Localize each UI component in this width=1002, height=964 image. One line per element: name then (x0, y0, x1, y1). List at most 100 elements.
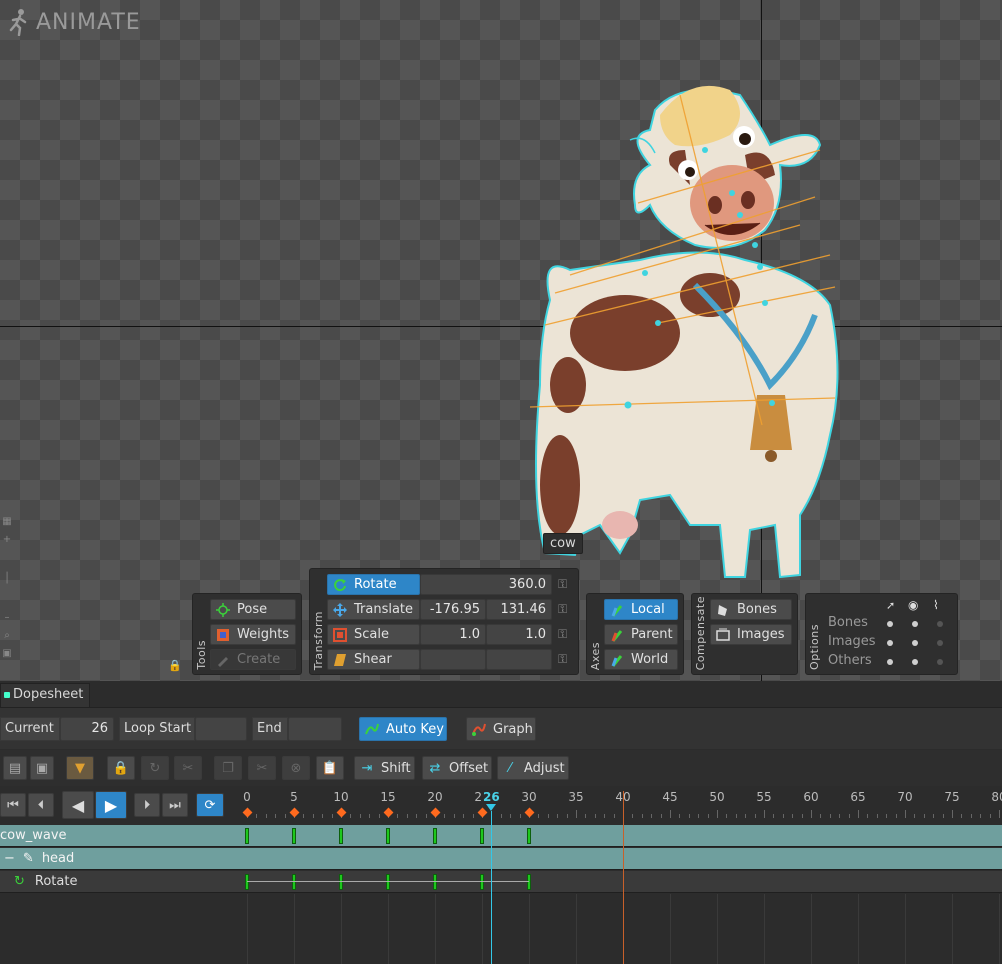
translate-x-field[interactable]: -176.95 (420, 599, 486, 620)
others-name-toggle[interactable] (937, 659, 943, 665)
copy-icon[interactable]: ▤ (3, 756, 27, 780)
compensate-images-button[interactable]: Images (710, 624, 792, 645)
viewport[interactable]: ANIMATE cow ▦ + │ – ⌕ ▣ 🔒 Tools Pose Wei… (0, 0, 1002, 681)
ruler-key-marker[interactable] (242, 807, 253, 818)
ruler-key-marker[interactable] (336, 807, 347, 818)
step-back-icon[interactable]: ⏴ (28, 793, 54, 817)
keyframe[interactable] (386, 874, 390, 890)
translate-button[interactable]: Translate (327, 599, 420, 620)
transform-label: Transform (312, 610, 325, 670)
keyframe[interactable] (433, 874, 437, 890)
keyframe[interactable] (292, 874, 296, 890)
scale-button[interactable]: Scale (327, 624, 420, 645)
current-frame-field[interactable]: 26 (60, 717, 114, 741)
fit-icon[interactable]: ▣ (0, 644, 14, 662)
dopesheet-tab[interactable]: Dopesheet (0, 683, 90, 707)
keyframe[interactable] (339, 828, 343, 844)
translate-y-field[interactable]: 131.46 (486, 599, 552, 620)
keyframe[interactable] (245, 874, 249, 890)
images-name-toggle[interactable] (937, 640, 943, 646)
delete-icon[interactable]: ⊗ (282, 756, 310, 780)
end-field[interactable] (288, 717, 342, 741)
play-backward-icon[interactable]: ◀ (62, 791, 94, 819)
pose-button[interactable]: Pose (210, 599, 296, 620)
bones-name-toggle[interactable] (937, 621, 943, 627)
keyframe[interactable] (386, 828, 390, 844)
images-visible-toggle[interactable] (912, 640, 918, 646)
refresh-icon[interactable]: ↻ (141, 756, 169, 780)
keyframe[interactable] (245, 828, 249, 844)
step-forward-icon[interactable]: ⏵ (134, 793, 160, 817)
local-axis-button[interactable]: Local (604, 599, 678, 620)
track-row[interactable]: − ✎ head (0, 848, 1002, 870)
collapse-icon[interactable]: − (4, 851, 15, 866)
cut-icon[interactable]: ✂ (248, 756, 276, 780)
lock-keys-icon[interactable]: 🔒 (107, 756, 135, 780)
minus-icon[interactable]: – (0, 608, 14, 626)
zoom-slider-track[interactable]: │ (0, 548, 14, 608)
shear-button[interactable]: Shear (327, 649, 420, 670)
viewport-mini-toolbar: ▦ + │ – ⌕ ▣ (0, 512, 14, 677)
loop-start-field[interactable] (195, 717, 247, 741)
scale-key-icon[interactable]: ⚿ (558, 627, 574, 643)
keyframe[interactable] (339, 874, 343, 890)
keyframe[interactable] (433, 828, 437, 844)
filter-icon[interactable]: ▼ (66, 756, 94, 780)
shear-x-field[interactable] (420, 649, 486, 670)
play-forward-icon[interactable]: ▶ (95, 791, 127, 819)
keyframe[interactable] (480, 828, 484, 844)
track-row[interactable]: ↻ Rotate (0, 871, 1002, 893)
scissors-alt-icon[interactable]: ✂ (174, 756, 202, 780)
ruler-tick (707, 814, 709, 818)
rotate-key-icon[interactable]: ⚿ (558, 577, 574, 593)
clipboard-icon[interactable]: 📋 (316, 756, 344, 780)
keyframe[interactable] (292, 828, 296, 844)
parent-axis-button[interactable]: Parent (604, 624, 678, 645)
create-button[interactable]: Create (210, 649, 296, 670)
bones-visible-toggle[interactable] (912, 621, 918, 627)
loop-icon[interactable]: ⟳ (196, 793, 224, 817)
ruler-key-marker[interactable] (383, 807, 394, 818)
jump-start-icon[interactable]: ⏮ (0, 793, 26, 817)
playhead-label[interactable]: 26 (482, 790, 501, 804)
ruler-key-marker[interactable] (524, 807, 535, 818)
weights-button[interactable]: Weights (210, 624, 296, 645)
graph-button[interactable]: Graph (466, 717, 536, 741)
world-axis-button[interactable]: World (604, 649, 678, 670)
ruler-key-marker[interactable] (430, 807, 441, 818)
shear-y-field[interactable] (486, 649, 552, 670)
others-select-toggle[interactable] (887, 659, 893, 665)
shear-key-icon[interactable]: ⚿ (558, 652, 574, 668)
running-figure-icon (9, 9, 27, 36)
keyframe[interactable] (527, 828, 531, 844)
auto-key-button[interactable]: Auto Key (359, 717, 447, 741)
search-icon[interactable]: ⌕ (0, 626, 14, 644)
ruler-tick (416, 814, 418, 818)
bones-select-toggle[interactable] (887, 621, 893, 627)
jump-end-icon[interactable]: ⏭ (162, 793, 188, 817)
shift-button[interactable]: ⇥ Shift (354, 756, 415, 780)
paste-icon[interactable]: ▣ (30, 756, 54, 780)
rotate-value-field[interactable]: 360.0 (420, 574, 552, 595)
lock-icon[interactable]: 🔒 (168, 659, 182, 672)
duplicate-icon[interactable]: ❐ (214, 756, 242, 780)
others-visible-toggle[interactable] (912, 659, 918, 665)
timeline-ruler[interactable]: 0510152025303540455055606570758026 (240, 788, 1002, 820)
keyframe[interactable] (480, 874, 484, 890)
offset-button[interactable]: ⇄ Offset (422, 756, 492, 780)
scale-y-field[interactable]: 1.0 (486, 624, 552, 645)
compensate-bones-button[interactable]: Bones (710, 599, 792, 620)
cow-character[interactable] (500, 55, 860, 590)
playhead-handle[interactable] (486, 804, 497, 811)
ruler-key-marker[interactable] (289, 807, 300, 818)
plus-icon[interactable]: + (0, 530, 14, 548)
ruler-icon[interactable]: ▦ (0, 512, 14, 530)
ruler-tick (359, 814, 361, 818)
scale-x-field[interactable]: 1.0 (420, 624, 486, 645)
keyframe[interactable] (527, 874, 531, 890)
images-select-toggle[interactable] (887, 640, 893, 646)
track-row[interactable]: cow_wave (0, 825, 1002, 847)
rotate-button[interactable]: Rotate (327, 574, 420, 595)
adjust-button[interactable]: ⁄ Adjust (497, 756, 569, 780)
translate-key-icon[interactable]: ⚿ (558, 602, 574, 618)
